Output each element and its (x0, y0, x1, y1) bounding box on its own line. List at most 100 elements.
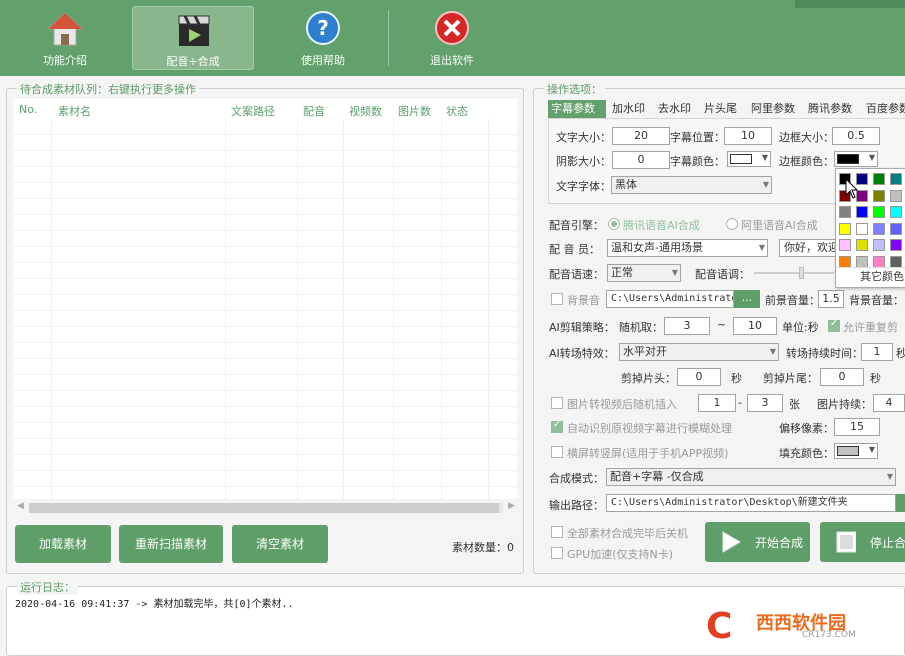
allow-repeat-label[interactable]: 允许重复剪 (843, 319, 898, 335)
preview-text-input[interactable]: 你好，欢迎 (779, 239, 837, 257)
subtitle-color-picker[interactable]: ▼ (727, 151, 771, 167)
transition-select[interactable]: 水平对开 ▼ (619, 343, 779, 361)
img-duration-input[interactable]: 4 (873, 394, 905, 412)
tab-baidu-params[interactable]: 百度参数 (863, 100, 905, 118)
load-material-button[interactable]: 加载素材 (15, 525, 111, 563)
border-size-input[interactable]: 0.5 (832, 127, 880, 145)
img-max-input[interactable]: 3 (747, 394, 783, 412)
tone-slider[interactable] (754, 267, 834, 279)
bgm-path-input[interactable]: C:\Users\Administrator (606, 290, 734, 308)
start-merge-button[interactable]: 开始合成 (705, 522, 810, 562)
palette-color-swatch[interactable] (873, 222, 885, 235)
palette-color-swatch[interactable] (890, 189, 902, 202)
gpu-checkbox[interactable] (551, 547, 563, 559)
tab-remove-watermark[interactable]: 去水印 (655, 100, 694, 118)
subtitle-color-label: 字幕颜色： (670, 155, 725, 168)
engine-tencent-radio[interactable] (608, 218, 620, 230)
output-browse-button[interactable] (896, 494, 905, 512)
palette-color-swatch[interactable] (839, 255, 851, 268)
palette-color-swatch[interactable] (856, 239, 868, 251)
shutdown-checkbox[interactable] (551, 526, 563, 538)
bgm-browse-button[interactable]: ... (734, 290, 760, 308)
voice-select[interactable]: 温和女声-通用场景 ▼ (607, 239, 768, 257)
grid-line (343, 119, 344, 499)
col-dub[interactable]: 配音 (303, 103, 325, 119)
offset-pixels-input[interactable]: 15 (834, 418, 880, 436)
tab-subtitle-params[interactable]: 字幕参数 (548, 100, 606, 118)
random-min-input[interactable]: 3 (664, 317, 710, 335)
gpu-label[interactable]: GPU加速(仅支持N卡) (567, 546, 673, 562)
queue-table[interactable]: No. 素材名 文案路径 配音 视频数 图片数 状态 (13, 99, 517, 499)
col-no[interactable]: No. (19, 103, 37, 116)
palette-color-swatch[interactable] (839, 206, 851, 218)
col-video-count[interactable]: 视频数 (349, 103, 382, 119)
fill-color-picker[interactable]: ▼ (834, 443, 878, 459)
palette-color-swatch[interactable] (890, 206, 902, 218)
front-volume-input[interactable]: 1.5 (818, 290, 844, 308)
shadow-size-input[interactable]: 0 (612, 151, 670, 169)
allow-repeat-checkbox[interactable] (828, 318, 840, 332)
col-image-count[interactable]: 图片数 (398, 103, 431, 119)
border-color-picker[interactable]: ▼ (834, 151, 878, 167)
tab-add-watermark[interactable]: 加水印 (609, 100, 648, 118)
landscape-checkbox[interactable] (551, 446, 563, 458)
palette-color-swatch[interactable] (873, 173, 885, 185)
palette-color-swatch[interactable] (839, 239, 851, 251)
output-path-input[interactable]: C:\Users\Administrator\Desktop\新建文件夹 (606, 494, 896, 512)
cut-head-input[interactable]: 0 (677, 368, 721, 386)
toolbar-separator (388, 10, 389, 66)
toolbar-exit-button[interactable]: 退出软件 (391, 6, 513, 70)
col-status[interactable]: 状态 (446, 103, 468, 119)
palette-color-swatch[interactable] (873, 239, 885, 251)
font-size-input[interactable]: 20 (612, 127, 670, 145)
tab-tencent-params[interactable]: 腾讯参数 (805, 100, 855, 118)
palette-color-swatch[interactable] (890, 255, 902, 268)
rescan-material-button[interactable]: 重新扫描素材 (119, 525, 223, 563)
palette-color-swatch[interactable] (873, 255, 885, 268)
toolbar-intro-button[interactable]: 功能介绍 (4, 6, 126, 70)
toolbar-intro-label: 功能介绍 (43, 54, 87, 67)
bgm-checkbox[interactable] (551, 293, 563, 305)
scroll-right-icon[interactable]: ▶ (508, 501, 515, 511)
palette-color-swatch[interactable] (890, 239, 902, 251)
col-script-path[interactable]: 文案路径 (231, 103, 275, 119)
scroll-left-icon[interactable]: ◀ (17, 501, 24, 511)
transition-duration-label: 转场持续时间： (786, 347, 863, 360)
mode-select[interactable]: 配音+字幕 -仅合成 ▼ (606, 468, 896, 486)
col-name[interactable]: 素材名 (58, 103, 91, 119)
auto-blur-label[interactable]: 自动识别原视频字幕进行模糊处理 (567, 420, 732, 436)
palette-color-swatch[interactable] (856, 222, 868, 235)
toolbar-help-button[interactable]: ? 使用帮助 (262, 6, 384, 70)
cut-tail-input[interactable]: 0 (820, 368, 864, 386)
palette-color-swatch[interactable] (873, 189, 885, 202)
engine-tencent-label[interactable]: 腾讯语音AI合成 (623, 217, 700, 233)
subtitle-position-input[interactable]: 10 (724, 127, 772, 145)
landscape-label[interactable]: 横屏转竖屏(适用于手机APP视频) (567, 445, 728, 461)
palette-color-swatch[interactable] (856, 206, 868, 218)
palette-color-swatch[interactable] (890, 222, 902, 235)
speed-select[interactable]: 正常 ▼ (607, 264, 681, 282)
random-max-input[interactable]: 10 (733, 317, 777, 335)
transition-duration-input[interactable]: 1 (861, 343, 893, 361)
stop-merge-button[interactable]: 停止合 (820, 522, 905, 562)
palette-color-swatch[interactable] (890, 173, 902, 185)
engine-ali-label[interactable]: 阿里语音AI合成 (741, 217, 818, 233)
shutdown-label[interactable]: 全部素材合成完毕后关机 (567, 525, 688, 541)
clear-material-button[interactable]: 清空素材 (232, 525, 328, 563)
font-family-select[interactable]: 黑体 ▼ (611, 176, 772, 194)
palette-color-swatch[interactable] (873, 206, 885, 218)
tab-ali-params[interactable]: 阿里参数 (748, 100, 798, 118)
tone-slider-knob[interactable] (799, 267, 804, 279)
scroll-thumb[interactable] (29, 503, 499, 513)
img-min-input[interactable]: 1 (698, 394, 736, 412)
other-colors-button[interactable]: 其它颜色 (836, 267, 905, 285)
queue-table-header: No. 素材名 文案路径 配音 视频数 图片数 状态 (13, 99, 523, 119)
palette-color-swatch[interactable] (856, 255, 868, 268)
queue-horizontal-scrollbar[interactable]: ◀ ▶ (15, 501, 517, 515)
auto-blur-checkbox[interactable] (551, 419, 563, 433)
tab-intro-outro[interactable]: 片头尾 (701, 100, 740, 118)
img2video-checkbox[interactable] (551, 397, 563, 409)
palette-color-swatch[interactable] (839, 222, 851, 235)
engine-ali-radio[interactable] (726, 218, 738, 230)
toolbar-dub-merge-button[interactable]: 配音+合成 (132, 6, 254, 70)
